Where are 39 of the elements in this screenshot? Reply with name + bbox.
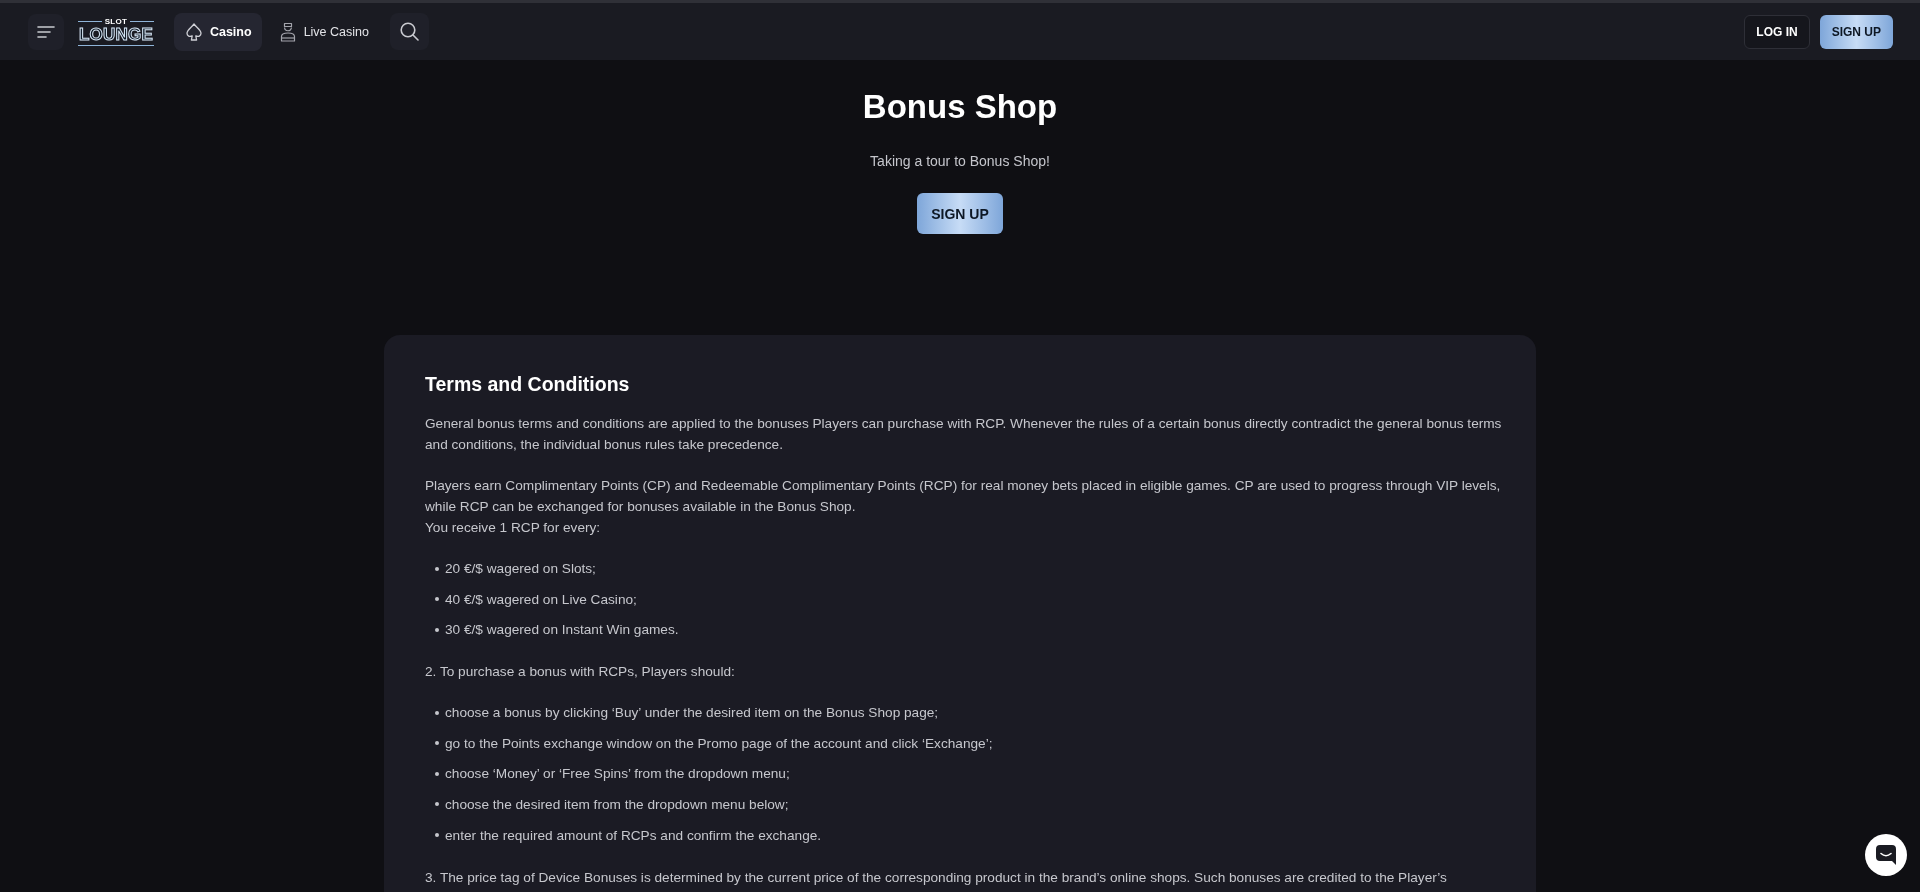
spade-icon: [185, 22, 202, 41]
list-item-text: choose ‘Money’ or ‘Free Spins’ from the dropdown menu;: [445, 765, 790, 784]
logo-text: LOUNGE: [78, 25, 154, 44]
logo[interactable]: SLOT LOUNGE: [78, 17, 154, 46]
list-item-text: choose a bonus by clicking ‘Buy’ under the desired item on the Bonus Shop page;: [445, 704, 939, 723]
chat-icon[interactable]: [1865, 834, 1907, 876]
terms-paragraph: Players earn Complimentary Points (CP) and Redeemable Complimentary Points (RCP) for real money bets placed in eligible games. CP are used to progress through VIP levels, while RCP can be exchanged for bonuses available in the Bonus Shop.: [425, 477, 1502, 516]
bullet-icon: [435, 710, 439, 715]
bullet-icon: [435, 833, 439, 838]
terms-title: Terms and Conditions: [425, 372, 631, 397]
login-button[interactable]: LOG IN: [1744, 14, 1810, 49]
terms-paragraph: 2. To purchase a bonus with RCPs, Players should:: [425, 663, 736, 682]
search-icon: [399, 22, 419, 41]
terms-paragraph: 3. The price tag of Device Bonuses is determined by the current price of the corresponding product in the brand’s online shops. Such bonuses are credited to the Player’s: [425, 868, 1448, 887]
page-subtitle: Taking a tour to Bonus Shop!: [870, 152, 1050, 171]
person-icon: [279, 21, 296, 42]
page-title: Bonus Shop: [862, 87, 1058, 127]
signup-button[interactable]: SIGN UP: [1819, 14, 1893, 49]
list-item-text: choose the desired item from the dropdown menu below;: [445, 795, 789, 814]
bullet-icon: [435, 741, 439, 746]
list-item-text: enter the required amount of RCPs and confirm the exchange.: [445, 826, 822, 845]
menu-icon: [37, 25, 55, 38]
list-item-text: 30 €/$ wagered on Instant Win games.: [445, 621, 679, 640]
list-item-text: 20 €/$ wagered on Slots;: [445, 560, 596, 578]
bullet-icon: [435, 771, 439, 776]
bullet-icon: [435, 597, 439, 602]
bullet-icon: [435, 802, 439, 807]
bullet-icon: [435, 627, 439, 632]
nav-tab[interactable]: Casino: [173, 12, 262, 51]
list-item-text: 40 €/$ wagered on Live Casino;: [445, 590, 637, 609]
logo-top-text: SLOT: [104, 17, 128, 26]
bullet-icon: [435, 566, 439, 571]
search-button[interactable]: [389, 13, 429, 50]
terms-paragraph: You receive 1 RCP for every:: [425, 519, 602, 537]
terms-paragraph: General bonus terms and conditions are applied to the bonuses Players can purchase with RCP. Whenever the rules of a certain bonus directly contradict the general bonus terms and conditions, the individual bonus rules take precedence.: [425, 415, 1503, 454]
signup-button[interactable]: SIGN UP: [917, 193, 1003, 234]
list-item-text: go to the Points exchange window on the Promo page of the account and click ‘Exchange’;: [445, 734, 993, 753]
nav-tab[interactable]: Live Casino: [267, 12, 379, 51]
menu-button[interactable]: [28, 13, 64, 50]
